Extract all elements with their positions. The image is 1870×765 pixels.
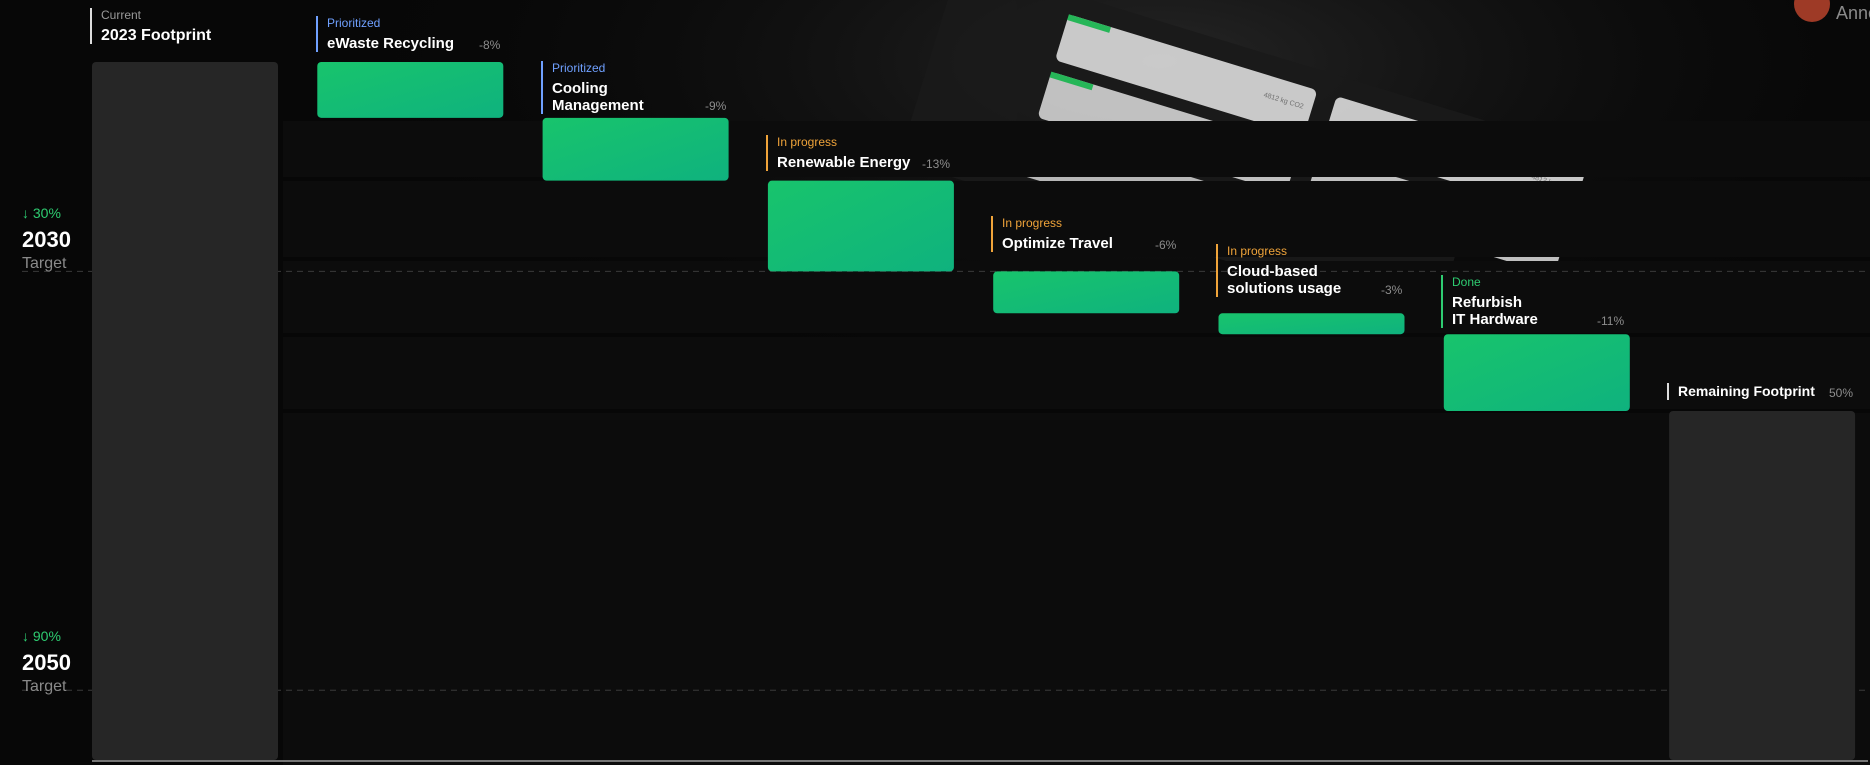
target-2030: ↓ 30% 2030 Target — [22, 205, 71, 273]
target-caption: Target — [22, 255, 67, 272]
stage-delta: -11% — [1597, 314, 1625, 328]
stage-delta: -6% — [1155, 238, 1177, 252]
stage-delta: -9% — [705, 99, 727, 113]
step-bar — [1218, 313, 1405, 335]
start-bar — [92, 62, 278, 760]
stage-label-refurbish: Done Refurbish IT Hardware — [1441, 275, 1538, 328]
stage-name: Optimize Travel — [1002, 235, 1113, 252]
stage-delta: -3% — [1381, 283, 1403, 297]
stage-name: eWaste Recycling — [327, 35, 454, 52]
step-bar — [1443, 334, 1630, 411]
end-value: 50% — [1829, 386, 1854, 400]
step-bar — [542, 117, 729, 181]
waterfall-chart — [22, 62, 1868, 762]
step-bar — [317, 62, 504, 118]
target-year: 2050 — [22, 650, 71, 675]
stage-label-cooling: Prioritized Cooling Management — [541, 61, 644, 114]
start-status: Current — [101, 8, 142, 22]
stage-status: Done — [1452, 275, 1481, 289]
stage-status: Prioritized — [552, 61, 606, 75]
start-name: 2023 Footprint — [101, 27, 212, 44]
end-bar — [1669, 411, 1856, 760]
target-year: 2030 — [22, 227, 71, 252]
stage-status: In progress — [777, 135, 838, 149]
stage-name: Refurbish IT Hardware — [1452, 294, 1538, 328]
step-bar — [767, 180, 954, 272]
end-label: Remaining Footprint — [1667, 383, 1815, 400]
stage-delta: -8% — [479, 38, 501, 52]
stage-status: In progress — [1002, 216, 1063, 230]
stage-delta: -13% — [922, 157, 951, 171]
start-label: Current 2023 Footprint — [90, 8, 211, 44]
stage-name: Cloud-based solutions usage — [1227, 263, 1342, 297]
target-caption: Target — [22, 678, 67, 695]
stage-status: Prioritized — [327, 16, 381, 30]
stage-label-renewable: In progress Renewable Energy — [766, 135, 910, 171]
stage-name: Cooling Management — [552, 80, 644, 114]
stage-label-travel: In progress Optimize Travel — [991, 216, 1113, 252]
stage-status: In progress — [1227, 244, 1288, 258]
target-reduction: ↓ 30% — [22, 205, 61, 221]
stage-label-cloud: In progress Cloud-based solutions usage — [1216, 244, 1341, 297]
end-name: Remaining Footprint — [1678, 383, 1815, 399]
target-reduction: ↓ 90% — [22, 628, 61, 644]
stage-name: Renewable Energy — [777, 154, 911, 171]
step-bar — [993, 271, 1180, 314]
target-2050: ↓ 90% 2050 Target — [22, 628, 71, 696]
stage-label-ewaste: Prioritized eWaste Recycling — [316, 16, 454, 52]
